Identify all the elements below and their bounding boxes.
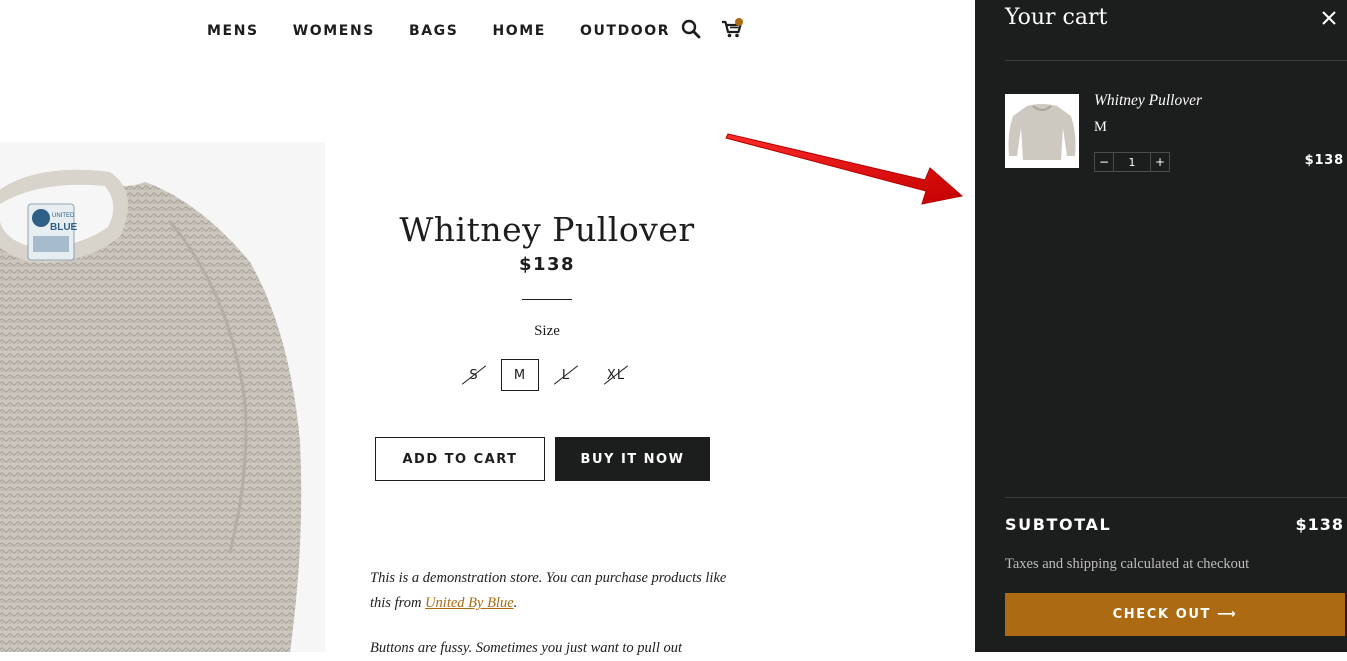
description-period: .: [513, 595, 518, 611]
sweater-thumbnail-image: [1005, 94, 1079, 168]
svg-text:BLUE: BLUE: [50, 222, 78, 233]
product-price: $138: [518, 254, 576, 275]
quantity-input[interactable]: 1: [1113, 153, 1151, 171]
nav-item-womens[interactable]: WOMENS: [293, 20, 375, 42]
nav-item-bags[interactable]: BAGS: [409, 20, 458, 42]
product-image[interactable]: UNITED BLUE: [0, 142, 325, 652]
add-to-cart-button[interactable]: ADD TO CART: [375, 437, 545, 481]
cart-drawer: Your cart Whitney Pullover M − 1 + $138 …: [975, 0, 1347, 652]
product-description: This is a demonstration store. You can p…: [370, 566, 750, 661]
size-option-l[interactable]: L: [550, 359, 582, 391]
buy-it-now-button[interactable]: BUY IT NOW: [555, 437, 710, 481]
cart-count-badge: [735, 18, 743, 26]
nav-item-home[interactable]: HOME: [492, 20, 546, 42]
search-icon[interactable]: [681, 19, 701, 39]
size-option-s[interactable]: S: [458, 359, 490, 391]
quantity-stepper: − 1 +: [1094, 152, 1170, 172]
size-option-m[interactable]: M: [501, 359, 539, 391]
cart-item-name[interactable]: Whitney Pullover: [1094, 92, 1202, 110]
cart-item-price: $138: [1304, 153, 1344, 168]
description-text: This is a demonstration store. You can p…: [370, 570, 727, 611]
subtotal-value: $138: [1295, 515, 1344, 534]
cart-title: Your cart: [1005, 5, 1108, 30]
sweater-image: UNITED BLUE: [0, 169, 302, 652]
cart-item-thumbnail[interactable]: [1005, 94, 1079, 168]
main-nav: MENS WOMENS BAGS HOME OUTDOOR: [207, 20, 704, 42]
product-title: Whitney Pullover: [399, 210, 695, 250]
checkout-button[interactable]: CHECK OUT ⟶: [1005, 593, 1345, 636]
size-option-xl[interactable]: XL: [597, 359, 635, 391]
close-icon[interactable]: [1321, 10, 1337, 26]
annotation-arrow-icon: [725, 133, 964, 205]
svg-text:UNITED: UNITED: [52, 213, 75, 219]
description-paragraph-2: Buttons are fussy. Sometimes you just wa…: [370, 640, 683, 656]
nav-item-outdoor[interactable]: OUTDOOR: [580, 20, 670, 42]
subtotal-label: SUBTOTAL: [1005, 515, 1112, 534]
quantity-decrease-button[interactable]: −: [1095, 153, 1113, 171]
subtotal-divider: [1005, 497, 1347, 498]
price-divider: [522, 299, 572, 300]
tax-note: Taxes and shipping calculated at checkou…: [1005, 556, 1250, 572]
cart-item-variant: M: [1094, 119, 1107, 135]
cart-header-divider: [1005, 60, 1347, 61]
size-label: Size: [534, 323, 560, 339]
quantity-increase-button[interactable]: +: [1151, 153, 1169, 171]
nav-item-mens[interactable]: MENS: [207, 20, 259, 42]
united-by-blue-link[interactable]: United By Blue: [425, 595, 514, 611]
